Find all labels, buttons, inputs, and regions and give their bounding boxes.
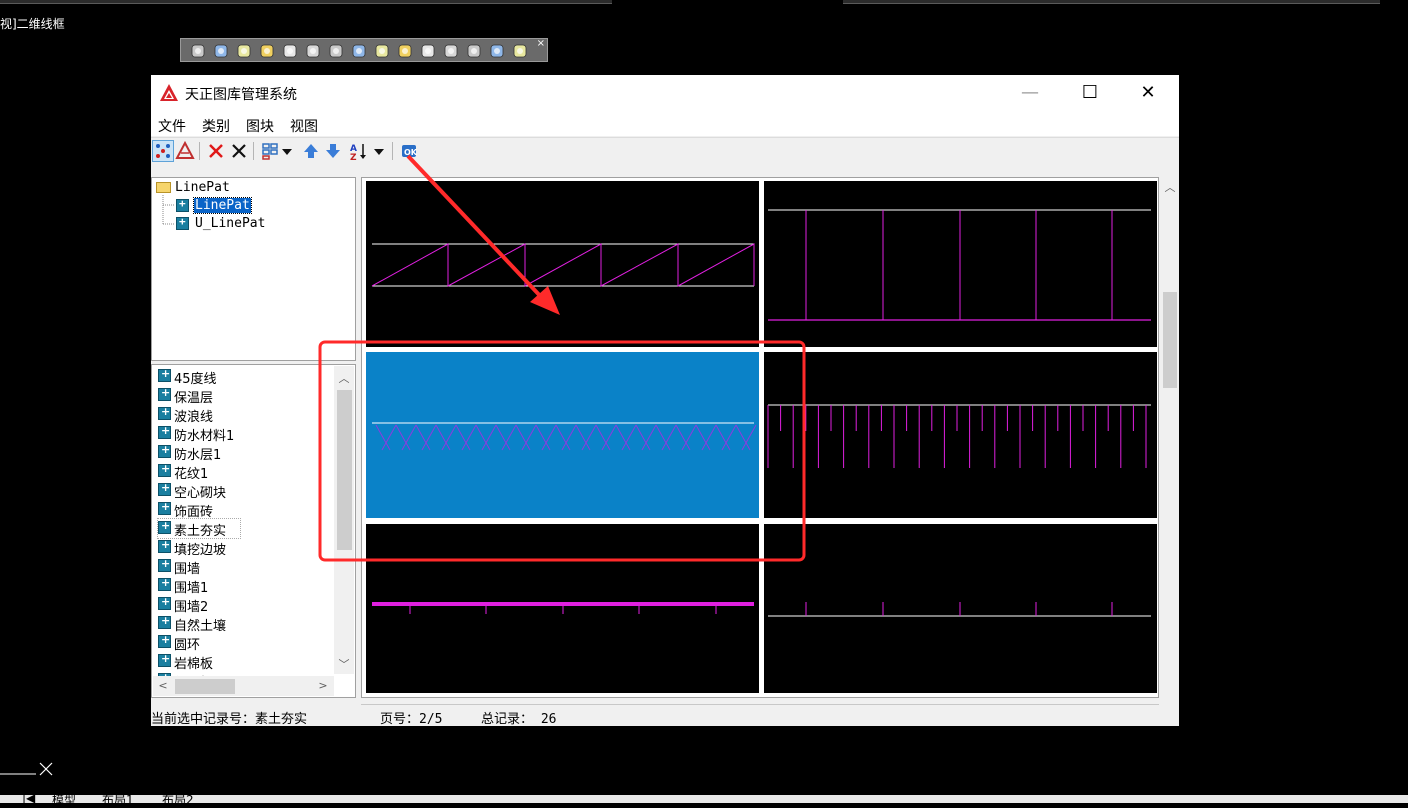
block-node-icon bbox=[158, 538, 171, 553]
lock-icon[interactable] bbox=[419, 42, 437, 60]
scroll-up-icon[interactable]: ︿ bbox=[1162, 179, 1178, 195]
lock-icon[interactable] bbox=[396, 42, 414, 60]
layer-icon[interactable] bbox=[189, 42, 207, 60]
ok-icon[interactable]: OK bbox=[399, 141, 419, 161]
block-select-icon[interactable] bbox=[152, 140, 174, 162]
status-bar: 当前选中记录号：素土夯实 页号：2/5 总记录： 26 bbox=[151, 705, 1179, 727]
layer-icon[interactable] bbox=[488, 42, 506, 60]
scroll-thumb[interactable] bbox=[1163, 292, 1177, 388]
gear-icon[interactable] bbox=[350, 42, 368, 60]
toolbar-separator bbox=[199, 142, 200, 160]
viewport-label[interactable]: 视]二维线框 bbox=[0, 15, 65, 32]
library-manager-window: 天正图库管理系统 — ☐ ✕ 文件 类别 图块 视图 A Z OK LinePa… bbox=[151, 75, 1179, 727]
svg-text:OK: OK bbox=[404, 148, 418, 157]
bulb-icon[interactable] bbox=[281, 42, 299, 60]
block-node-icon bbox=[158, 519, 171, 534]
cad-top-bar bbox=[843, 0, 1380, 4]
list-item[interactable]: 素土夯实 bbox=[157, 518, 241, 539]
bulb-icon[interactable] bbox=[258, 42, 276, 60]
block-node-icon bbox=[176, 197, 189, 212]
ucs-axis-icon bbox=[0, 762, 53, 776]
layout-grid-icon[interactable] bbox=[260, 141, 280, 161]
preview-cell[interactable] bbox=[764, 352, 1157, 518]
preview-cell-selected[interactable] bbox=[366, 352, 759, 518]
tab-model[interactable]: 模型 bbox=[52, 791, 76, 808]
grid-vertical-scrollbar[interactable]: ︿ bbox=[1161, 177, 1179, 698]
toolbar: A Z OK bbox=[151, 137, 1179, 163]
maximize-button[interactable]: ☐ bbox=[1067, 75, 1113, 112]
svg-text:Z: Z bbox=[350, 153, 357, 161]
scroll-up-icon[interactable]: ︿ bbox=[336, 370, 352, 386]
scroll-thumb[interactable] bbox=[175, 679, 235, 694]
menu-bar: 文件 类别 图块 视图 bbox=[151, 112, 1179, 136]
block-node-icon bbox=[158, 424, 171, 439]
block-node-icon bbox=[158, 595, 171, 610]
preview-grid bbox=[361, 177, 1159, 698]
block-node-icon bbox=[158, 386, 171, 401]
preview-cell[interactable] bbox=[366, 181, 759, 347]
title-bar[interactable]: 天正图库管理系统 — ☐ ✕ bbox=[151, 75, 1179, 112]
scroll-thumb[interactable] bbox=[337, 390, 352, 550]
block-node-icon bbox=[158, 614, 171, 629]
status-current-record: 当前选中记录号：素土夯实 bbox=[151, 712, 308, 727]
block-node-icon bbox=[158, 367, 171, 382]
toolbar-close-icon[interactable]: × bbox=[537, 39, 545, 49]
lock-icon[interactable] bbox=[442, 42, 460, 60]
folder-icon bbox=[156, 182, 171, 193]
tab-layout2[interactable]: 布局2 bbox=[162, 791, 194, 808]
toolbar-separator bbox=[392, 142, 393, 160]
sort-icon[interactable]: A Z bbox=[348, 141, 368, 161]
block-node-icon bbox=[158, 462, 171, 477]
scroll-down-icon[interactable]: ﹀ bbox=[336, 656, 352, 672]
block-node-icon bbox=[158, 500, 171, 515]
block-node-icon bbox=[176, 215, 189, 230]
dropdown-icon[interactable] bbox=[373, 141, 385, 161]
move-up-icon[interactable] bbox=[301, 141, 321, 161]
block-node-icon bbox=[158, 576, 171, 591]
tab-layout1[interactable]: 布局1 bbox=[102, 791, 134, 808]
delete-icon[interactable] bbox=[206, 141, 226, 161]
list-horizontal-scrollbar[interactable]: < > bbox=[153, 676, 334, 696]
pattern-list: 45度线保温层波浪线防水材料1防水层1花纹1空心砌块饰面砖素土夯实填挖边坡围墙围… bbox=[151, 364, 356, 698]
block-insert-icon[interactable] bbox=[175, 141, 195, 161]
layer-icon[interactable] bbox=[511, 42, 529, 60]
layer-state-icon[interactable] bbox=[212, 42, 230, 60]
cad-top-bar bbox=[0, 0, 612, 4]
block-node-icon bbox=[158, 557, 171, 572]
preview-canvas bbox=[366, 181, 1157, 693]
close-x-icon[interactable] bbox=[229, 141, 249, 161]
layout-tabs: |◀ 模型 布局1 布局2 bbox=[0, 791, 1408, 807]
close-button[interactable]: ✕ bbox=[1125, 75, 1171, 112]
move-down-icon[interactable] bbox=[323, 141, 343, 161]
scroll-left-icon[interactable]: < bbox=[155, 679, 171, 692]
toolbar-separator bbox=[253, 142, 254, 160]
block-node-icon bbox=[158, 405, 171, 420]
menu-file[interactable]: 文件 bbox=[158, 116, 186, 136]
menu-category[interactable]: 类别 bbox=[202, 116, 230, 136]
layer-toolbar: × bbox=[180, 38, 548, 62]
sun-icon[interactable] bbox=[373, 42, 391, 60]
list-vertical-scrollbar[interactable]: ︿ ﹀ bbox=[334, 366, 354, 674]
gear-icon[interactable] bbox=[327, 42, 345, 60]
sun-icon[interactable] bbox=[304, 42, 322, 60]
app-logo-icon bbox=[160, 84, 178, 101]
window-title: 天正图库管理系统 bbox=[185, 87, 297, 103]
status-total: 总记录： 26 bbox=[481, 712, 557, 727]
dropdown-icon[interactable] bbox=[281, 141, 293, 161]
menu-block[interactable]: 图块 bbox=[246, 116, 274, 136]
minimize-button[interactable]: — bbox=[1007, 75, 1053, 112]
block-node-icon bbox=[158, 633, 171, 648]
status-page: 页号：2/5 bbox=[380, 712, 443, 727]
bulb-icon[interactable] bbox=[235, 42, 253, 60]
block-node-icon bbox=[158, 443, 171, 458]
category-tree: LinePat LinePat U_LinePat bbox=[151, 177, 356, 361]
scroll-right-icon[interactable]: > bbox=[315, 679, 331, 692]
menu-view[interactable]: 视图 bbox=[290, 116, 318, 136]
block-node-icon bbox=[158, 481, 171, 496]
block-node-icon bbox=[158, 652, 171, 667]
layer-icon[interactable] bbox=[465, 42, 483, 60]
